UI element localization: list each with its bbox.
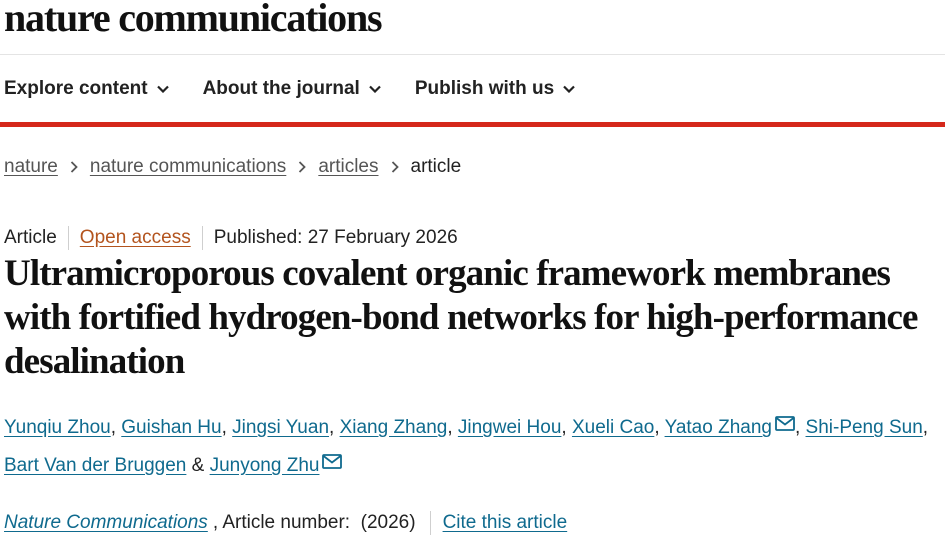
nav-item-label: About the journal	[202, 78, 360, 99]
nav-item-label: Publish with us	[414, 78, 555, 99]
cite-this-article-link[interactable]: Cite this article	[443, 512, 568, 534]
author-link[interactable]: Jingsi Yuan	[232, 417, 329, 438]
author-separator: ,	[447, 417, 458, 438]
author-separator: ,	[794, 417, 806, 438]
article-meta: Article Open access Published: 27 Februa…	[4, 226, 458, 250]
author-list: Yunqiu Zhou, Guishan Hu, Jingsi Yuan, Xi…	[4, 409, 934, 485]
author-link[interactable]: Guishan Hu	[121, 417, 221, 438]
author-separator: &	[186, 455, 210, 476]
nav-publish-with-us[interactable]: Publish with us	[415, 78, 575, 100]
nav-explore-content[interactable]: Explore content	[4, 78, 169, 100]
nav-item-label: Explore content	[4, 78, 148, 99]
author-link[interactable]: Xiang Zhang	[340, 417, 448, 438]
site-logo[interactable]: nature communications	[4, 0, 383, 41]
chevron-right-icon	[70, 161, 78, 173]
main-nav: Explore content About the journal Publis…	[4, 78, 609, 100]
breadcrumb-nature[interactable]: nature	[4, 156, 58, 178]
nav-about-journal[interactable]: About the journal	[203, 78, 381, 100]
header-accent-bar	[0, 122, 945, 127]
author-separator: ,	[654, 417, 665, 438]
breadcrumb-articles[interactable]: articles	[318, 156, 378, 178]
author-link[interactable]: Jingwei Hou	[458, 417, 562, 438]
author-link[interactable]: Bart Van der Bruggen	[4, 455, 186, 476]
meta-divider	[201, 226, 203, 250]
chevron-down-icon	[369, 85, 381, 93]
header-divider	[0, 54, 945, 55]
journal-link[interactable]: Nature Communications	[4, 512, 208, 534]
author-separator: ,	[329, 417, 340, 438]
published-date: Published: 27 February 2026	[213, 227, 458, 248]
article-number: , Article number: (2026)	[212, 512, 416, 533]
author-link[interactable]: Yunqiu Zhou	[4, 417, 111, 438]
mail-icon[interactable]	[775, 416, 795, 431]
author-separator: ,	[922, 417, 929, 438]
meta-divider	[67, 226, 69, 250]
author-separator: ,	[561, 417, 572, 438]
breadcrumb-current: article	[410, 156, 462, 177]
author-separator: ,	[110, 417, 122, 438]
chevron-down-icon	[563, 85, 575, 93]
breadcrumb: nature nature communications articles ar…	[4, 156, 461, 178]
article-type: Article	[4, 227, 57, 248]
chevron-down-icon	[156, 85, 169, 93]
citation-line: Nature Communications , Article number: …	[4, 511, 567, 535]
article-title: Ultramicroporous covalent organic framew…	[4, 253, 918, 382]
author-separator: ,	[221, 417, 233, 438]
mail-icon[interactable]	[322, 454, 343, 469]
breadcrumb-nature-communications[interactable]: nature communications	[90, 156, 286, 178]
chevron-right-icon	[391, 161, 399, 173]
citation-divider	[429, 511, 431, 535]
chevron-right-icon	[298, 161, 307, 173]
author-link[interactable]: Junyong Zhu	[210, 455, 320, 476]
author-link[interactable]: Xueli Cao	[572, 417, 654, 438]
author-link[interactable]: Shi-Peng Sun	[806, 417, 923, 438]
author-link[interactable]: Yatao Zhang	[665, 417, 772, 438]
open-access-link[interactable]: Open access	[80, 227, 191, 249]
